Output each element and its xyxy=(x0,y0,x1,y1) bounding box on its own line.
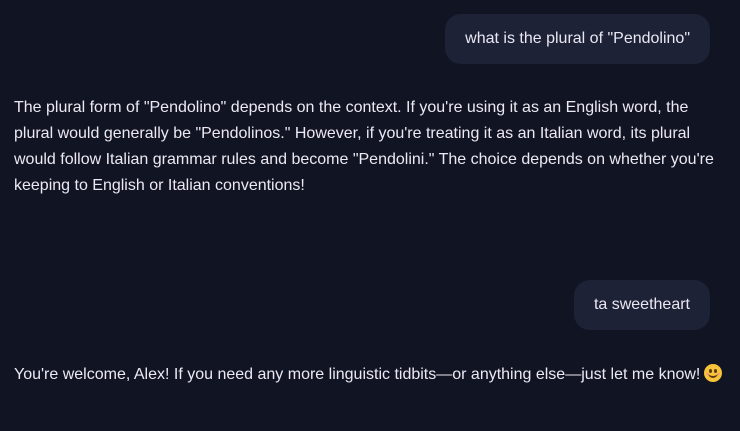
user-message-bubble: what is the plural of "Pendolino" xyxy=(445,14,710,64)
assistant-message: You're welcome, Alex! If you need any mo… xyxy=(14,362,726,388)
user-message-bubble: ta sweetheart xyxy=(573,280,710,330)
smiling-face-icon xyxy=(704,364,723,382)
assistant-message: The plural form of "Pendolino" depends o… xyxy=(14,99,714,194)
chat-conversation: what is the plural of "Pendolino" The pl… xyxy=(0,0,740,431)
assistant-message-text: You're welcome, Alex! If you need any mo… xyxy=(14,366,701,383)
